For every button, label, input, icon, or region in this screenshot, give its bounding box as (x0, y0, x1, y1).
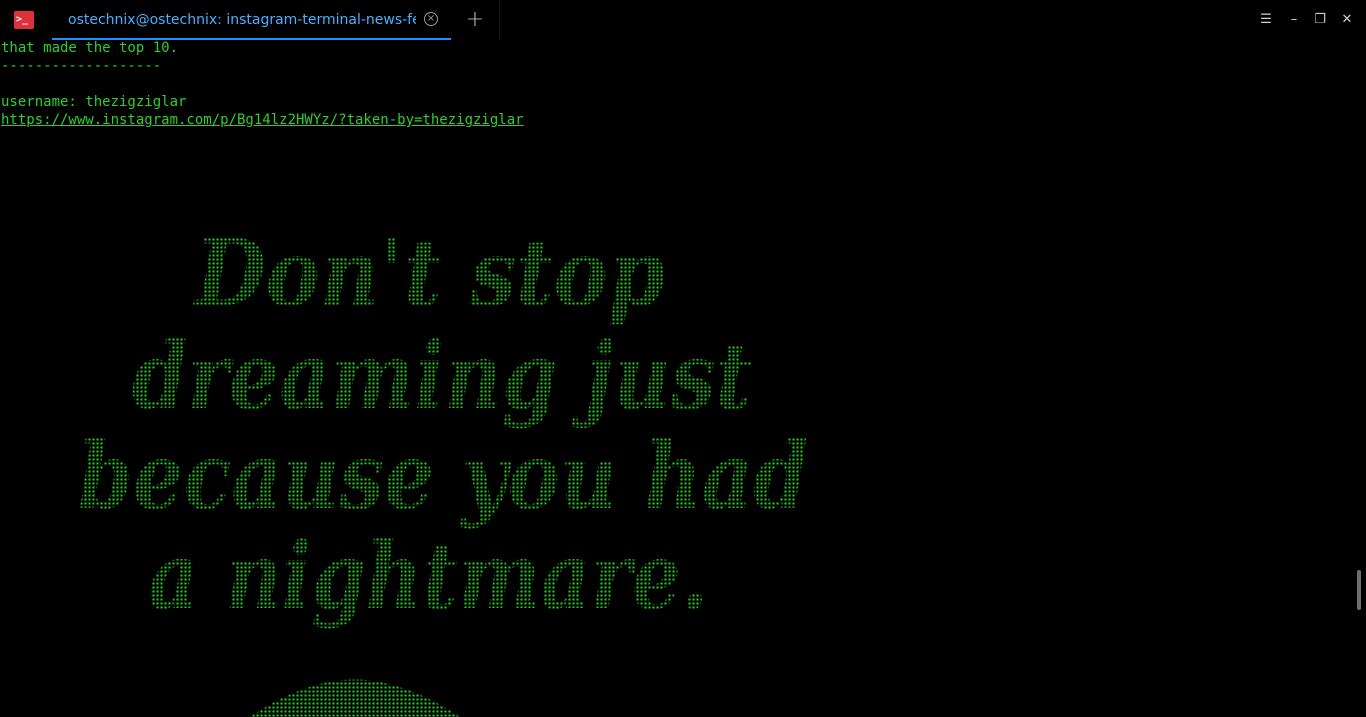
ascii-art-line: Don't stop (192, 219, 665, 327)
window-close-icon[interactable]: ✕ (1337, 10, 1357, 30)
ascii-art-line: a nightmare. (148, 522, 708, 630)
close-icon[interactable]: × (424, 12, 438, 26)
terminal-output[interactable]: that made the top 10. ------------------… (0, 40, 1356, 717)
tab-title: ostechnix@ostechnix: instagram-terminal-… (68, 12, 416, 28)
scrollbar[interactable] (1357, 570, 1361, 610)
ascii-art-image: Don't stop dreaming just because you had… (78, 219, 808, 717)
title-bar: >_ ostechnix@ostechnix: instagram-termin… (0, 0, 1366, 40)
tab-terminal[interactable]: ostechnix@ostechnix: instagram-terminal-… (52, 0, 451, 40)
ascii-art-line: dreaming just (132, 322, 752, 430)
username-line: username: thezigziglar (1, 94, 187, 110)
terminal-icon[interactable]: >_ (14, 11, 34, 29)
separator-line: ------------------- (1, 58, 162, 74)
restore-icon[interactable]: ❐ (1310, 10, 1330, 30)
menu-icon[interactable]: ☰ (1256, 10, 1276, 30)
new-tab-button[interactable]: + (451, 0, 499, 40)
output-line: that made the top 10. (1, 40, 179, 56)
post-link[interactable]: https://www.instagram.com/p/Bg14lz2HWYz/… (1, 111, 524, 129)
ascii-art-line: because you had (78, 422, 808, 530)
tab-divider (499, 0, 500, 40)
minimize-icon[interactable]: – (1284, 10, 1304, 30)
